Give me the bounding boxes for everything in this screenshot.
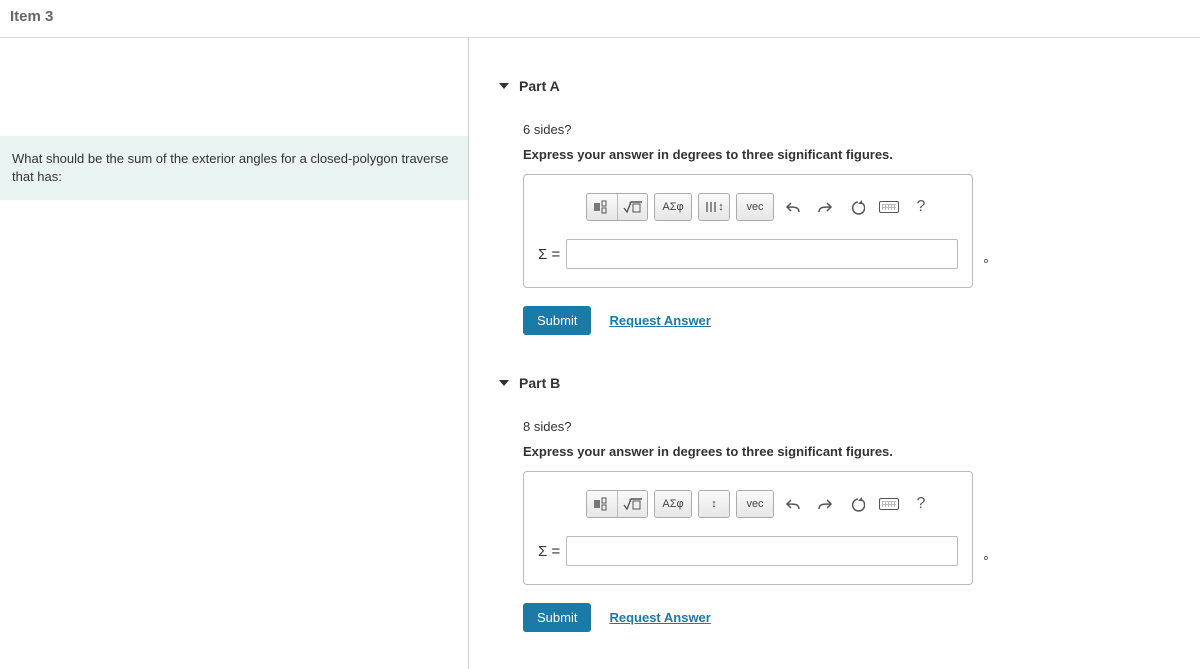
sqrt-button[interactable]: x: [617, 491, 647, 517]
templates-group: x: [586, 490, 648, 518]
part-b-answer-box: x ΑΣφ ↕ vec: [523, 471, 973, 585]
part-b-request-answer-link[interactable]: Request Answer: [609, 610, 710, 625]
part-b-actions: Submit Request Answer: [523, 603, 1170, 632]
question-prompt: What should be the sum of the exterior a…: [0, 136, 468, 200]
sqrt-button[interactable]: x: [617, 194, 647, 220]
unit-degree: ∘: [982, 550, 990, 566]
part-b-toolbar: x ΑΣφ ↕ vec: [586, 490, 958, 518]
reset-icon[interactable]: [844, 491, 870, 517]
reset-icon[interactable]: [844, 194, 870, 220]
greek-button[interactable]: ΑΣφ: [655, 491, 691, 517]
sigma-prefix: Σ =: [538, 246, 560, 263]
part-a-toolbar: x ΑΣφ ↕ vec: [586, 193, 958, 221]
templates-group: x: [586, 193, 648, 221]
part-b-body: 8 sides? Express your answer in degrees …: [499, 419, 1170, 632]
keyboard-icon[interactable]: [876, 491, 902, 517]
redo-icon[interactable]: [812, 491, 838, 517]
undo-icon[interactable]: [780, 491, 806, 517]
symbols-group: ΑΣφ: [654, 490, 692, 518]
part-a-subquestion: 6 sides?: [523, 122, 1170, 137]
subscript-button[interactable]: ↕: [699, 491, 729, 517]
part-b-submit-button[interactable]: Submit: [523, 603, 591, 632]
sigma-prefix: Σ =: [538, 543, 560, 560]
part-a-submit-button[interactable]: Submit: [523, 306, 591, 335]
help-icon[interactable]: ?: [908, 194, 934, 220]
part-a-answer-input[interactable]: [566, 239, 958, 269]
part-a-body: 6 sides? Express your answer in degrees …: [499, 122, 1170, 335]
help-icon[interactable]: ?: [908, 491, 934, 517]
templates-button[interactable]: [587, 491, 617, 517]
caret-down-icon: [499, 380, 509, 386]
vec-group: vec: [736, 490, 774, 518]
vec-group: vec: [736, 193, 774, 221]
vec-button[interactable]: vec: [737, 194, 773, 220]
content: What should be the sum of the exterior a…: [0, 38, 1200, 669]
undo-icon[interactable]: [780, 194, 806, 220]
part-a-answer-row: Σ =: [538, 239, 958, 269]
part-b-answer-row: Σ =: [538, 536, 958, 566]
part-a-instruction: Express your answer in degrees to three …: [523, 147, 1170, 162]
page-title: Item 3: [0, 0, 1200, 38]
caret-down-icon: [499, 83, 509, 89]
subscript-group: ↕: [698, 193, 730, 221]
part-a: Part A 6 sides? Express your answer in d…: [499, 78, 1170, 335]
part-a-title: Part A: [519, 78, 560, 94]
part-a-actions: Submit Request Answer: [523, 306, 1170, 335]
subscript-button[interactable]: ↕: [699, 194, 729, 220]
right-pane: Part A 6 sides? Express your answer in d…: [469, 38, 1200, 669]
greek-button[interactable]: ΑΣφ: [655, 194, 691, 220]
symbols-group: ΑΣφ: [654, 193, 692, 221]
part-a-answer-box: x ΑΣφ ↕ vec: [523, 174, 973, 288]
part-a-request-answer-link[interactable]: Request Answer: [609, 313, 710, 328]
part-b-header[interactable]: Part B: [499, 375, 1170, 391]
part-b: Part B 8 sides? Express your answer in d…: [499, 375, 1170, 632]
unit-degree: ∘: [982, 253, 990, 269]
part-b-instruction: Express your answer in degrees to three …: [523, 444, 1170, 459]
redo-icon[interactable]: [812, 194, 838, 220]
vec-button[interactable]: vec: [737, 491, 773, 517]
left-pane: What should be the sum of the exterior a…: [0, 38, 468, 669]
part-b-answer-input[interactable]: [566, 536, 958, 566]
keyboard-icon[interactable]: [876, 194, 902, 220]
templates-button[interactable]: [587, 194, 617, 220]
part-b-subquestion: 8 sides?: [523, 419, 1170, 434]
subscript-group: ↕: [698, 490, 730, 518]
part-b-title: Part B: [519, 375, 560, 391]
part-a-header[interactable]: Part A: [499, 78, 1170, 94]
